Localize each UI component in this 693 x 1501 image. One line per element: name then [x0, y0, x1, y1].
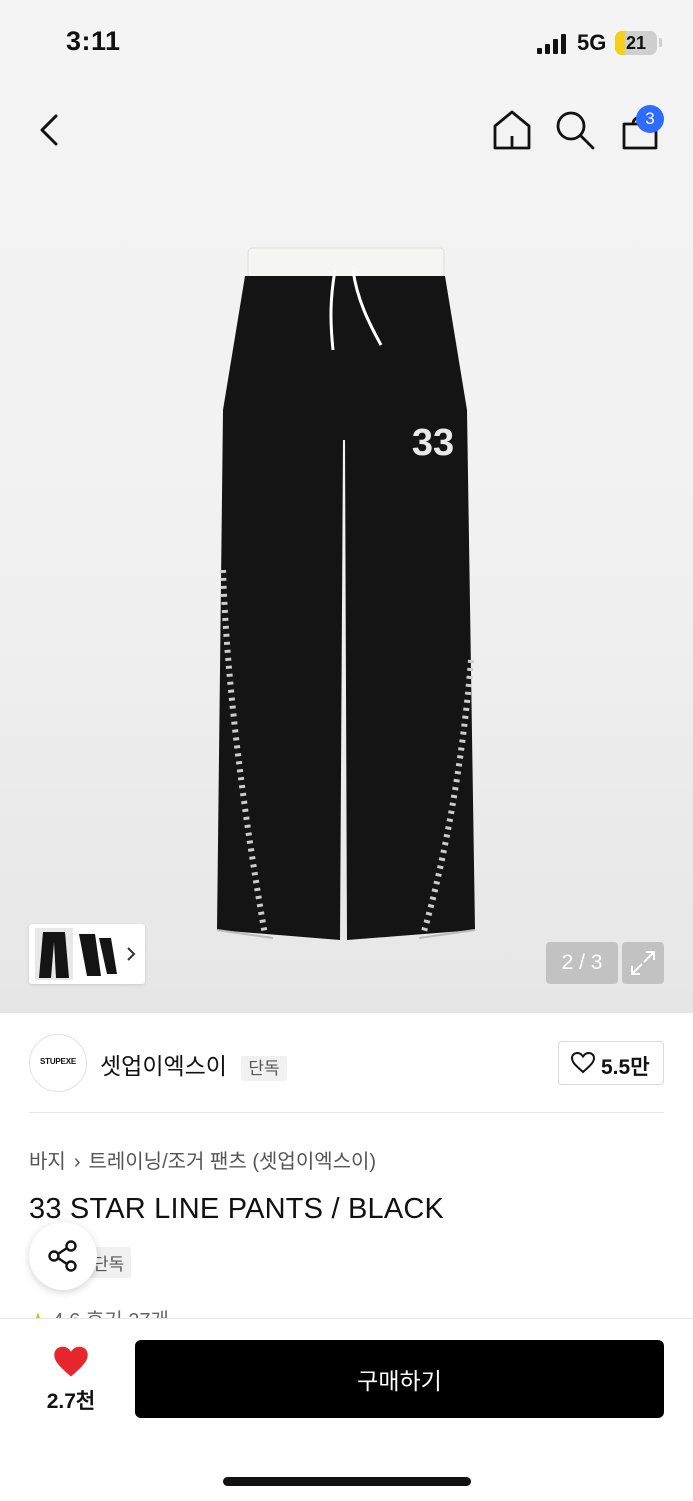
breadcrumb-item[interactable]: 트레이닝/조거 팬츠 (셋업이엑스이) — [88, 1151, 376, 1173]
breadcrumb-item[interactable]: 바지 — [29, 1151, 66, 1173]
battery-tip — [659, 38, 662, 47]
brand-like-count: 5.5만 — [601, 1056, 650, 1079]
image-counter: 2 / 3 — [546, 942, 618, 984]
battery-level: 21 — [625, 33, 647, 53]
network-type: 5G — [577, 30, 607, 55]
divider — [29, 1112, 664, 1113]
breadcrumb-separator-icon: › — [73, 1151, 81, 1173]
heart-outline-icon — [571, 1052, 595, 1074]
thumbnail-strip[interactable] — [29, 924, 145, 984]
brand-name-text: 셋업이엑스이 — [100, 1053, 227, 1079]
brand-like-button[interactable]: 5.5만 — [558, 1041, 664, 1085]
product-image: 33 — [216, 247, 476, 940]
battery-icon: 21 — [615, 31, 657, 55]
expand-icon[interactable] — [622, 942, 664, 984]
product-print-text: 33 — [412, 422, 454, 464]
home-indicator — [223, 1477, 471, 1486]
cart-count-badge: 3 — [636, 105, 664, 133]
exclusive-badge: 단독 — [241, 1056, 287, 1081]
breadcrumb: 바지 › 트레이닝/조거 팬츠 (셋업이엑스이) — [29, 1145, 376, 1174]
chevron-left-icon[interactable] — [28, 108, 72, 152]
thumbnail-image — [35, 928, 117, 980]
product-title: 33 STAR LINE PANTS / BLACK — [29, 1193, 445, 1225]
brand-name[interactable]: 셋업이엑스이 단독 — [100, 1047, 287, 1081]
brand-logo[interactable]: STUPEXE — [29, 1034, 87, 1092]
chevron-right-icon — [127, 947, 136, 961]
buy-button[interactable]: 구매하기 — [135, 1340, 664, 1418]
share-icon — [48, 1240, 77, 1272]
status-time: 3:11 — [66, 26, 121, 56]
home-icon[interactable] — [490, 108, 534, 152]
heart-filled-icon[interactable] — [53, 1346, 89, 1378]
search-icon[interactable] — [553, 108, 597, 152]
signal-icon — [537, 34, 569, 54]
brand-logo-text: STUPEXE — [40, 1057, 76, 1066]
share-button[interactable] — [29, 1222, 97, 1290]
wish-count: 2.7천 — [46, 1390, 96, 1413]
